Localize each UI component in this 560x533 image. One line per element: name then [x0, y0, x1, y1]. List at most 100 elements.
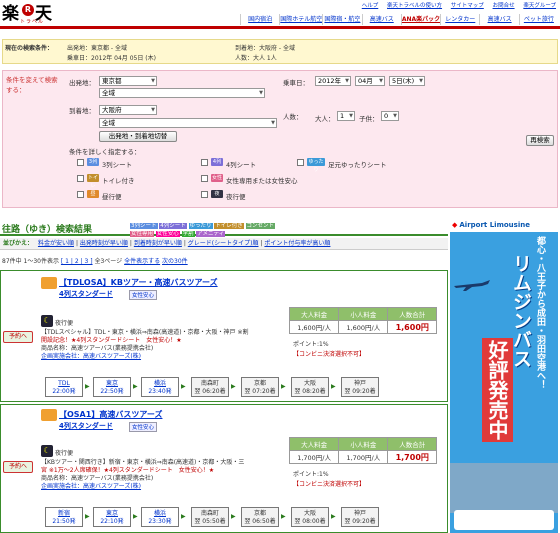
- logo-r-mark: R: [22, 4, 34, 16]
- bus-company-name[interactable]: 【OSA1】高速バスツアーズ: [59, 409, 162, 420]
- women-safe-badge: 女性安心: [129, 422, 158, 432]
- howto-link[interactable]: 楽天トラベルの使い方: [387, 3, 442, 9]
- legroom-seat-icon: ゆったり: [307, 158, 325, 173]
- total-price: 1,700円: [387, 450, 437, 464]
- airport-limousine-ad[interactable]: ◆ Airport Limousine 都心・八王子から成田・羽田空港へ！ リムジ…: [450, 218, 558, 533]
- nav-item-rentacar[interactable]: レンタカー: [440, 14, 479, 25]
- opt-4row-checkbox[interactable]: [201, 159, 208, 166]
- pager-next[interactable]: 次の30件: [162, 258, 188, 265]
- result-card: 予約へ 【TDLOSA】KBツアー・高速バスツアーズ 4列スタンダード 女性安心…: [0, 270, 448, 402]
- night-bus-icon: ☾: [41, 445, 53, 457]
- depart-pref-select[interactable]: 東京都: [99, 76, 157, 86]
- stop-box[interactable]: 東京 22:10発: [93, 507, 131, 527]
- nav-item-intl-air[interactable]: 国際宿・航空: [322, 14, 361, 25]
- convenience-note: 【コンビニ決済選択不可】: [293, 351, 366, 358]
- current-depart: 出発地：東京都 - 全域: [67, 45, 127, 52]
- arrow-icon: ▶: [231, 383, 236, 390]
- arrow-icon: ▶: [181, 383, 186, 390]
- current-conditions: 現在の検索条件： 出発地：東京都 - 全域 乗車日：2012年 04月 05日 …: [2, 39, 558, 64]
- year-select[interactable]: 2012年: [315, 76, 351, 86]
- stop-box[interactable]: TDL 22:00発: [45, 377, 83, 397]
- arrive-area-select[interactable]: 全域: [99, 118, 277, 128]
- legend-amenity: アメニティ: [196, 231, 226, 237]
- stop-box[interactable]: 新宿 21:50発: [45, 507, 83, 527]
- nav-item-domestic[interactable]: 国内宿泊: [240, 14, 279, 25]
- opt-legroom-checkbox[interactable]: [297, 159, 304, 166]
- opt-day-label: 昼行便: [102, 193, 122, 201]
- sitemap-link[interactable]: サイトマップ: [451, 3, 484, 9]
- child-price: 1,700円/人: [338, 450, 389, 464]
- desc-line-3: 商品名称：高速ツアーバス(業務提携会社): [41, 475, 154, 482]
- stop-name: 京都: [253, 380, 266, 387]
- bus-description: 【KBツアー・関西行き】新宿・東京・横浜⇒南森(高速道)・京都・大阪・三 宮 ※…: [41, 459, 291, 491]
- bus-image: [454, 510, 554, 530]
- current-title: 現在の検索条件：: [5, 45, 54, 52]
- arrive-pref-select[interactable]: 大阪府: [99, 105, 157, 115]
- stop-box[interactable]: 東京 22:50発: [93, 377, 131, 397]
- depart-area-select[interactable]: 全域: [99, 88, 265, 98]
- sort-price[interactable]: 料金が安い順: [38, 240, 74, 247]
- adult-count-select[interactable]: 1: [337, 111, 355, 121]
- airplane-icon: [454, 280, 490, 291]
- point-rate: ポイント:1%: [293, 341, 329, 348]
- stop-box: 大阪翌 08:20着: [291, 377, 329, 397]
- adult-label: 大人：: [315, 115, 335, 123]
- sort-arrival[interactable]: 到着時刻が早い順: [134, 240, 182, 247]
- opt-women-checkbox[interactable]: [201, 175, 208, 182]
- sort-departure[interactable]: 出発時刻が早い順: [80, 240, 128, 247]
- child-label: 子供：: [359, 115, 379, 123]
- women-icon: 女性: [211, 174, 223, 182]
- swap-depart-arrive-button[interactable]: 出発地・到着地切替: [99, 131, 177, 142]
- seat-type[interactable]: 4列スタンダード: [59, 421, 113, 431]
- bus-company-name[interactable]: 【TDLOSA】KBツアー・高速バスツアーズ: [59, 277, 218, 288]
- nav-item-pet[interactable]: ペット旅行: [518, 14, 558, 25]
- desc-line-1: 【KBツアー・関西行き】新宿・東京・横浜⇒南森(高速道)・京都・大阪・三: [41, 459, 245, 466]
- child-count-select[interactable]: 0: [381, 111, 399, 121]
- month-select[interactable]: 04月: [355, 76, 385, 86]
- pager-pages[interactable]: [ 1 | 2 | 3 ]: [61, 258, 93, 265]
- pager-show-all[interactable]: 全件表示する: [124, 258, 160, 265]
- rakuten-group-link[interactable]: 楽天グループ: [523, 3, 556, 9]
- legend-women-safe: 女性安心: [155, 231, 180, 237]
- people-label: 人数：: [283, 113, 303, 121]
- stop-box[interactable]: 横浜 23:40発: [141, 377, 179, 397]
- stop-time: 翌 09:20着: [344, 518, 376, 525]
- arrow-icon: ▶: [85, 383, 90, 390]
- contact-link[interactable]: お問合せ: [493, 3, 515, 9]
- legend-student: 学割: [181, 231, 195, 237]
- legend-legroom: ゆったり: [188, 223, 213, 229]
- total-price-header: 人数合計: [387, 437, 437, 451]
- top-utility-links: ヘルプ 楽天トラベルの使い方 サイトマップ お問合せ 楽天グループ: [355, 1, 556, 9]
- seat-type[interactable]: 4列スタンダード: [59, 289, 113, 299]
- desc-line-4[interactable]: 企画実施会社：高速バスツアーズ(株): [41, 483, 291, 491]
- stop-name: 東京: [105, 510, 118, 517]
- stop-name: 南森町: [200, 380, 219, 387]
- opt-night-checkbox[interactable]: [201, 191, 208, 198]
- desc-line-2: 宮 ※1万〜2人席確保！★4列スタンダードシート 女性安心！★: [41, 467, 215, 474]
- stop-name: TDL: [58, 380, 70, 387]
- help-link[interactable]: ヘルプ: [362, 3, 379, 9]
- reserve-button[interactable]: 予約へ: [3, 461, 33, 473]
- nav-item-intl-hotel[interactable]: 国際ホテル航空: [279, 14, 322, 25]
- nav-item-ana[interactable]: ANA楽パック: [400, 14, 440, 25]
- opt-day-checkbox[interactable]: [77, 191, 84, 198]
- arrow-icon: ▶: [133, 383, 138, 390]
- sort-grade[interactable]: グレード(シートタイプ)順: [188, 240, 259, 247]
- date-label: 乗車日：: [283, 79, 309, 87]
- reserve-button[interactable]: 予約へ: [3, 331, 33, 343]
- legend-chips: 3列シート 4列シート ゆったり トイレ付き コンセント 女性専用 女性安心 学…: [130, 221, 276, 237]
- arrow-icon: ▶: [331, 513, 336, 520]
- desc-line-4[interactable]: 企画実施会社：高速バスツアーズ(株): [41, 353, 291, 361]
- nav-item-highway-bus[interactable]: 高速バス: [479, 14, 518, 25]
- day-select[interactable]: 5日(木): [389, 76, 425, 86]
- opt-toilet-checkbox[interactable]: [77, 175, 84, 182]
- detail-conditions-label: 条件を詳しく指定する：: [69, 148, 141, 156]
- sort-points[interactable]: ポイント付与率が高い順: [264, 240, 330, 247]
- stop-box[interactable]: 横浜 23:30発: [141, 507, 179, 527]
- research-button[interactable]: 再検索: [526, 135, 554, 146]
- stop-time: 22:10発: [100, 518, 124, 525]
- nav-item-bus[interactable]: 高速バス: [361, 14, 401, 25]
- rakuten-travel-logo[interactable]: 楽 R 天 トラベル: [2, 2, 52, 25]
- opt-3row-checkbox[interactable]: [77, 159, 84, 166]
- convenience-note: 【コンビニ決済選択不可】: [293, 481, 366, 488]
